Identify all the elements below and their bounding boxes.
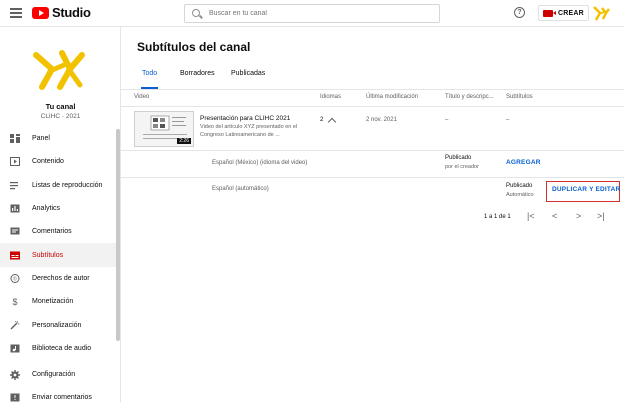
video-duration: 2:26 [177, 138, 191, 144]
sidebar: Tu canal CLIHC · 2021 Panel Contenido Li… [0, 27, 121, 402]
language-status-sub: Automático [506, 192, 534, 198]
logo-text: Studio [52, 5, 91, 20]
column-header-subtitles: Subtítulos [506, 94, 533, 100]
sidebar-item-label: Personalización [32, 321, 82, 329]
sidebar-item-copyright[interactable]: © Derechos de autor [0, 267, 120, 290]
sidebar-item-label: Monetización [32, 298, 74, 306]
sidebar-item-label: Configuración [32, 371, 76, 379]
column-header-title-desc: Título y descripc... [445, 94, 494, 100]
account-avatar[interactable] [591, 3, 611, 23]
language-status-sub: por el creador [445, 164, 479, 170]
sidebar-item-label: Enviar comentarios [32, 394, 92, 402]
sidebar-item-playlists[interactable]: Listas de reproducción [0, 174, 120, 197]
sidebar-item-label: Comentarios [32, 228, 72, 236]
duplicate-and-edit-button[interactable]: DUPLICAR Y EDITAR [552, 186, 620, 193]
sidebar-item-label: Contenido [32, 158, 64, 166]
last-modified-date: 2 nov. 2021 [366, 117, 397, 123]
youtube-logo-icon [32, 6, 49, 19]
monetization-icon: $ [10, 297, 20, 306]
create-label: CREAR [558, 9, 584, 17]
language-status: Publicado [506, 183, 533, 189]
video-title[interactable]: Presentación para CLIHC 2021 [200, 115, 290, 122]
sidebar-item-content[interactable]: Contenido [0, 150, 120, 173]
column-header-video: Video [134, 94, 150, 100]
sidebar-item-subtitles[interactable]: Subtítulos [0, 243, 120, 267]
sidebar-item-label: Panel [32, 135, 50, 143]
previous-page-icon[interactable]: < [552, 211, 557, 221]
sidebar-item-label: Subtítulos [32, 251, 64, 259]
sidebar-nav: Panel Contenido Listas de reproducción A… [0, 127, 120, 402]
customization-icon [10, 320, 20, 330]
playlist-icon [10, 181, 20, 190]
next-page-icon[interactable]: > [576, 211, 581, 221]
tab-bar: Todo Borradores Publicadas [121, 68, 624, 90]
search-box[interactable] [184, 4, 440, 23]
sidebar-item-feedback[interactable]: Enviar comentarios [0, 386, 120, 402]
chevron-up-icon[interactable] [327, 117, 337, 127]
main-content: Subtítulos del canal Todo Borradores Pub… [121, 27, 624, 402]
column-header-last-modified: Última modificación [366, 94, 419, 100]
subtitles-value: – [506, 117, 510, 123]
search-input[interactable] [209, 5, 429, 22]
content-icon [10, 157, 20, 167]
column-header-languages: Idiomas [320, 94, 342, 100]
menu-icon[interactable] [10, 8, 22, 18]
languages-count: 2 [320, 117, 324, 123]
language-status: Publicado [445, 155, 472, 161]
channel-avatar[interactable] [30, 41, 88, 99]
copyright-icon: © [10, 273, 20, 283]
add-subtitles-button[interactable]: AGREGAR [506, 159, 541, 166]
language-name: Español (automático) [212, 186, 269, 192]
sidebar-item-customization[interactable]: Personalización [0, 313, 120, 336]
last-page-icon[interactable]: >| [597, 211, 605, 221]
divider [121, 177, 624, 178]
comments-icon [10, 227, 20, 236]
sidebar-item-analytics[interactable]: Analytics [0, 197, 120, 220]
tab-all[interactable]: Todo [141, 70, 159, 89]
svg-text:©: © [13, 275, 17, 282]
sidebar-item-label: Listas de reproducción [32, 181, 103, 189]
first-page-icon[interactable]: |< [527, 211, 535, 221]
subtitles-icon [10, 251, 20, 260]
sidebar-item-audio-library[interactable]: Biblioteca de audio [0, 337, 120, 360]
sidebar-item-monetization[interactable]: $ Monetización [0, 290, 120, 313]
studio-logo[interactable]: Studio [32, 5, 91, 20]
gear-icon [10, 369, 20, 380]
video-camera-icon [543, 9, 556, 17]
top-bar: Studio ? CREAR [0, 0, 624, 27]
tab-published[interactable]: Publicadas [231, 70, 265, 89]
channel-name: Tu canal [45, 102, 76, 111]
video-thumbnail[interactable]: 2:26 [134, 111, 194, 147]
feedback-icon [10, 393, 20, 402]
sidebar-item-settings[interactable]: Configuración [0, 363, 120, 386]
create-button[interactable]: CREAR [538, 5, 589, 21]
channel-handle: CLIHC · 2021 [40, 113, 81, 120]
divider [121, 106, 624, 107]
sidebar-item-panel[interactable]: Panel [0, 127, 120, 150]
svg-text:$: $ [12, 297, 17, 306]
language-name: Español (México) (idioma del video) [212, 160, 308, 166]
sidebar-item-label: Biblioteca de audio [32, 344, 92, 352]
analytics-icon [10, 204, 20, 213]
sidebar-item-label: Derechos de autor [32, 274, 90, 282]
sidebar-item-label: Analytics [32, 205, 61, 213]
title-desc-value: – [445, 117, 449, 123]
search-icon [192, 9, 200, 17]
dashboard-icon [10, 134, 20, 144]
audio-library-icon [10, 344, 20, 353]
sidebar-scrollbar[interactable] [116, 129, 120, 341]
divider [121, 150, 624, 151]
sidebar-item-comments[interactable]: Comentarios [0, 220, 120, 243]
video-description: Video del artículo XYZ presentado en el … [200, 124, 298, 138]
tab-drafts[interactable]: Borradores [180, 70, 215, 89]
pagination-range: 1 a 1 de 1 [484, 214, 511, 220]
page-title: Subtítulos del canal [137, 40, 251, 54]
help-icon[interactable]: ? [514, 7, 525, 18]
